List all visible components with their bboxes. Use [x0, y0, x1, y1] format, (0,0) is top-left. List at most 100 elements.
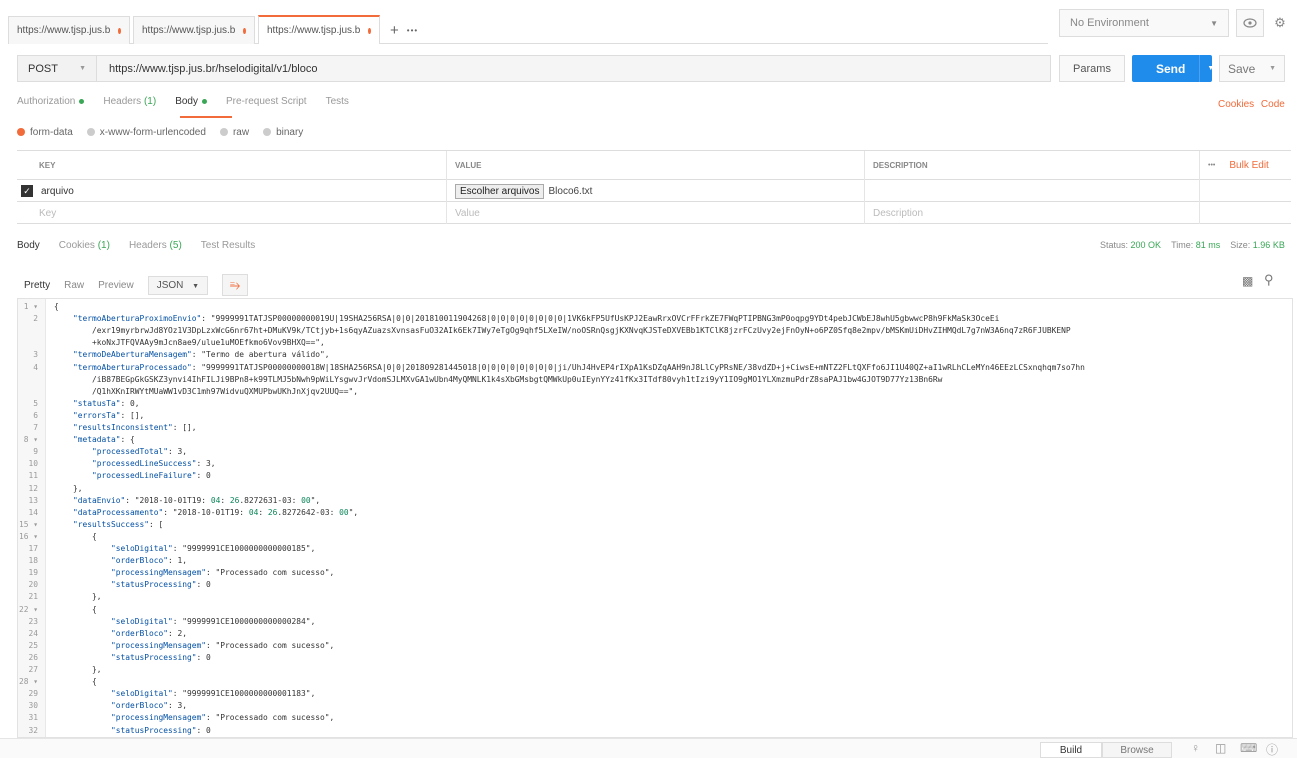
line-number: 7	[33, 423, 38, 432]
status-label: Status:	[1100, 240, 1129, 250]
environment-select[interactable]: No Environment ▼	[1059, 9, 1229, 37]
gear-icon[interactable]: ⚙	[1266, 9, 1294, 37]
line-number: 9	[33, 447, 38, 457]
line-number: 16 ▾	[18, 531, 38, 541]
method-label: POST	[28, 62, 58, 75]
radio-urlencoded[interactable]: x-www-form-urlencoded	[86, 127, 206, 138]
keyboard-icon[interactable]: ⌨	[1240, 741, 1257, 755]
save-label: Save	[1228, 61, 1256, 76]
line-text: "orderBloco": 2,	[111, 628, 188, 638]
build-button[interactable]: Build	[1040, 742, 1102, 758]
line-number: 17	[28, 544, 38, 553]
line-number: 24	[28, 628, 38, 638]
help-icon[interactable]: ⓘ	[1266, 741, 1278, 758]
request-tab-3-active[interactable]: https://www.tjsp.jus.b	[258, 15, 380, 44]
browse-button[interactable]: Browse	[1102, 742, 1172, 758]
response-tab-headers[interactable]: Headers (5)	[129, 240, 182, 251]
line-text: "processedLineFailure": 0	[92, 471, 211, 481]
response-tab-body[interactable]: Body	[17, 240, 40, 251]
choose-files-button[interactable]: Escolher arquivos	[455, 183, 545, 199]
response-tabs: Body Cookies (1) Headers (5) Test Result…	[17, 240, 255, 251]
response-status: Status: 200 OK Time: 81 ms Size: 1.96 KB	[1100, 240, 1285, 250]
line-number: 21	[28, 592, 38, 602]
params-label: Params	[1073, 62, 1111, 75]
tab-prerequest-script[interactable]: Pre-request Script	[226, 96, 307, 114]
chevron-down-icon[interactable]: ▼	[1207, 65, 1214, 72]
request-tab-2[interactable]: https://www.tjsp.jus.b	[133, 16, 255, 44]
description-input[interactable]: Description	[865, 202, 1200, 224]
response-tab-cookies[interactable]: Cookies (1)	[59, 240, 110, 251]
view-raw[interactable]: Raw	[64, 280, 84, 291]
bulk-edit-button[interactable]: Bulk Edit	[1229, 160, 1268, 171]
tab-headers[interactable]: Headers (1)	[103, 96, 156, 114]
view-pretty[interactable]: Pretty	[24, 280, 50, 291]
description-cell[interactable]	[865, 180, 1200, 202]
copy-icon[interactable]: ▩	[1242, 274, 1253, 288]
save-button[interactable]: Save ▼	[1219, 55, 1285, 82]
tab-tests[interactable]: Tests	[326, 96, 349, 114]
table-row-empty: Key Value Description	[17, 202, 1291, 224]
headers-count: (1)	[143, 96, 157, 107]
checkbox-checked-icon[interactable]: ✓	[21, 185, 33, 197]
wrap-lines-icon[interactable]: ⥱	[222, 274, 249, 296]
status-field: Status: 200 OK	[1100, 240, 1161, 250]
chevron-down-icon: ▼	[192, 282, 200, 290]
line-text: /Q1hXKnIRWYtMUaWW1vD3C1mh97WidvuQXMUPbwU…	[54, 386, 359, 396]
format-select[interactable]: JSON ▼	[147, 275, 209, 295]
params-button[interactable]: Params	[1059, 55, 1125, 82]
tab-label: Authorization	[17, 96, 76, 107]
line-text: "resultsSuccess": [	[73, 519, 164, 529]
view-preview[interactable]: Preview	[98, 280, 134, 291]
line-text: "dataEnvio": "2018-10-01T19: 04: 26.8272…	[73, 495, 321, 505]
tab-overflow-button[interactable]: •••	[407, 26, 418, 35]
radio-form-data[interactable]: form-data	[17, 127, 73, 138]
line-number: 8 ▾	[23, 435, 38, 445]
key-cell[interactable]: ✓ arquivo	[17, 180, 447, 202]
line-number: 20	[28, 580, 38, 590]
tab-tools: + •••	[390, 16, 418, 44]
request-tab-1[interactable]: https://www.tjsp.jus.b	[8, 16, 130, 44]
line-text: "seloDigital": "9999991CE100000000000018…	[111, 544, 316, 553]
line-number: 5	[33, 398, 38, 408]
tab-body[interactable]: Body	[175, 96, 207, 114]
eye-icon[interactable]	[1236, 9, 1264, 37]
time-label: Time:	[1171, 240, 1194, 250]
tab-label: Headers	[103, 96, 142, 107]
response-body-viewer[interactable]: 1 ▾ {2 "termoAberturaProximoEnvio": "9999…	[17, 298, 1293, 738]
lightbulb-icon[interactable]: ♀	[1191, 741, 1200, 755]
unsaved-dot-icon	[243, 27, 246, 34]
table-row: ✓ arquivo Escolher arquivos Bloco6.txt	[17, 180, 1291, 202]
response-view-bar: Pretty Raw Preview JSON ▼ ⥱	[24, 274, 249, 296]
line-text: "seloDigital": "9999991CE100000000000028…	[111, 616, 316, 626]
key-input[interactable]: Key	[17, 202, 447, 224]
line-number: 12	[28, 483, 38, 493]
two-pane-icon[interactable]: ◫	[1215, 741, 1226, 755]
code-link[interactable]: Code	[1261, 99, 1285, 110]
active-dot-icon	[202, 98, 207, 104]
search-icon[interactable]: ⚲	[1264, 272, 1274, 288]
line-number: 28 ▾	[18, 677, 38, 687]
response-tab-test-results[interactable]: Test Results	[201, 240, 255, 251]
line-text: /exr19myrbrwJd8YOz1V3DpLzxWcG6nr67ht+DMu…	[54, 326, 1071, 336]
more-options-button[interactable]: •••	[1208, 162, 1215, 169]
value-input[interactable]: Value	[447, 202, 865, 224]
request-tabs: Authorization Headers (1) Body Pre-reque…	[17, 96, 349, 114]
line-text: {	[54, 677, 97, 687]
radio-raw[interactable]: raw	[219, 127, 249, 138]
line-number: 4	[33, 362, 38, 372]
send-button[interactable]: Send ▼	[1132, 55, 1214, 82]
line-number: 6	[33, 410, 38, 420]
body-mode-radios: form-data x-www-form-urlencoded raw bina…	[17, 127, 303, 138]
method-select[interactable]: POST ▼	[17, 55, 96, 82]
line-text: "termoAberturaProximoEnvio": "9999991TAT…	[73, 314, 1000, 324]
url-input[interactable]: https://www.tjsp.jus.br/hselodigital/v1/…	[96, 55, 1051, 82]
radio-binary[interactable]: binary	[263, 127, 303, 138]
chevron-down-icon[interactable]: ▼	[1269, 65, 1276, 72]
cookies-link[interactable]: Cookies	[1218, 99, 1254, 110]
new-tab-button[interactable]: +	[390, 22, 399, 39]
status-value: 200 OK	[1130, 240, 1162, 250]
tab-authorization[interactable]: Authorization	[17, 96, 85, 114]
line-text: {	[54, 302, 59, 311]
line-text: "processedLineSuccess": 3,	[92, 459, 216, 469]
radio-label: form-data	[30, 127, 73, 138]
